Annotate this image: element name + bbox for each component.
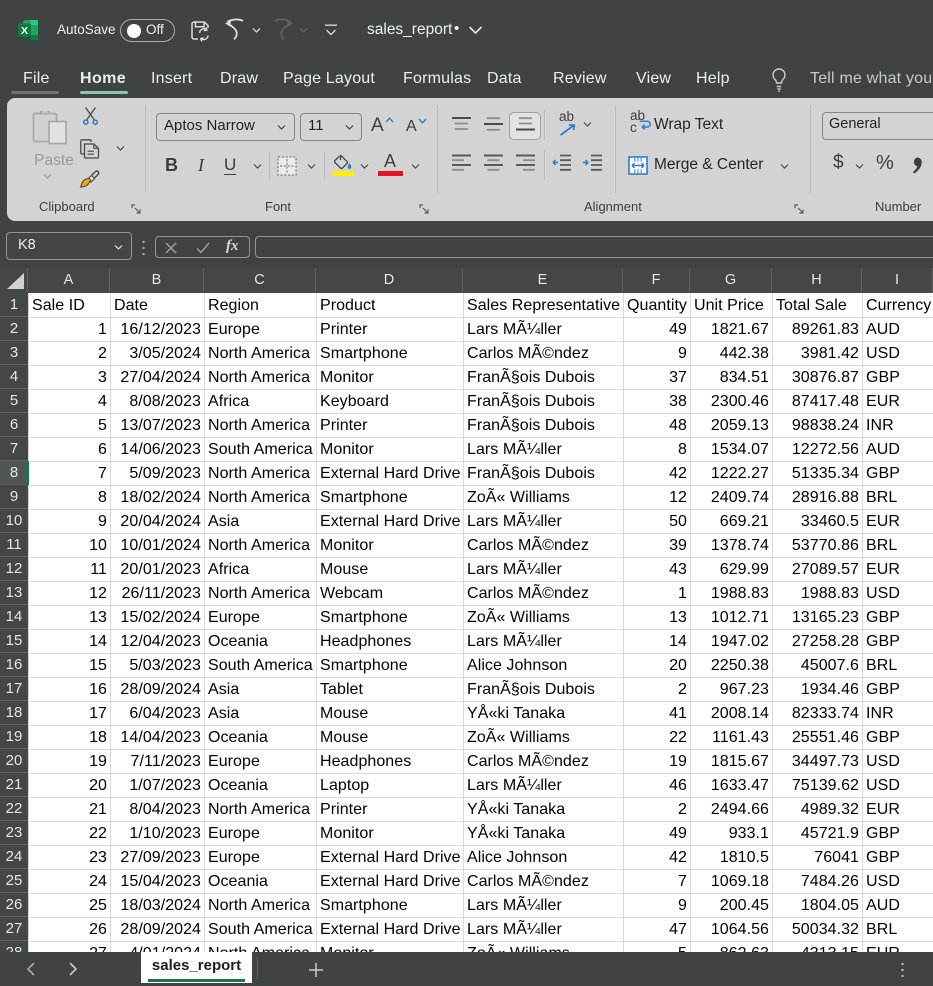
svg-text:X: X (21, 25, 28, 37)
